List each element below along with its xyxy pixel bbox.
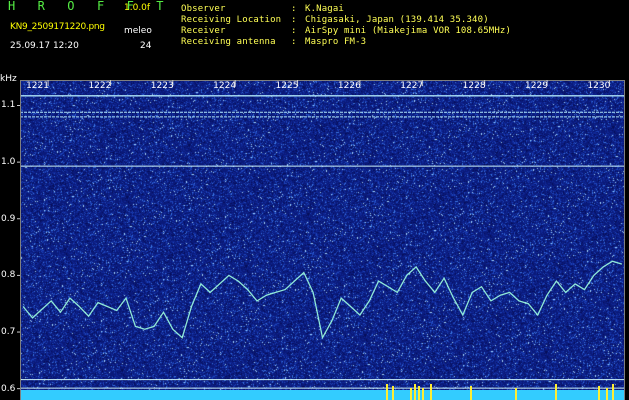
info-value: Maspro FM-3 (305, 37, 367, 47)
info-row-antenna: Receiving antenna : Maspro FM-3 (181, 37, 511, 48)
info-sep: : (291, 26, 297, 36)
x-tick-label: 1221 (26, 81, 49, 91)
info-row-location: Receiving Location : Chigasaki, Japan (1… (181, 15, 511, 26)
y-tick-label: 1.1 (1, 100, 16, 111)
meleo-label: meleo (124, 26, 152, 36)
x-tick-label: 1230 (587, 81, 611, 91)
x-tick-label: 1229 (525, 81, 548, 91)
info-row-observer: Observer : K.Nagai (181, 4, 511, 15)
info-value: K.Nagai (305, 4, 344, 14)
station-info: Observer : K.Nagai Receiving Location : … (181, 4, 511, 48)
x-tick-label: 1223 (150, 81, 174, 91)
info-key: Receiving Location (181, 15, 282, 25)
y-tick-label: 0.7 (1, 327, 16, 338)
y-tick-label: 0.6 (1, 383, 16, 394)
info-row-receiver: Receiver : AirSpy mini (Miakejima VOR 10… (181, 26, 511, 37)
y-tick-label: 1.0 (1, 157, 16, 168)
info-key: Receiving antenna (181, 37, 276, 47)
info-sep: : (291, 15, 297, 25)
file-name: KN9_2509171220.png (10, 22, 105, 32)
info-key: Observer (181, 4, 226, 14)
spectrogram-canvas (20, 80, 625, 400)
date-time: 25.09.17 12:20 (10, 41, 79, 51)
y-tick-label: 0.9 (1, 213, 16, 224)
info-value: Chigasaki, Japan (139.414 35.340) (305, 15, 489, 25)
meleo-count: 24 (140, 41, 152, 51)
y-tick-label: 0.8 (1, 270, 16, 281)
x-tick-label: 1227 (400, 81, 424, 91)
info-sep: : (291, 4, 297, 14)
x-tick-label: 1226 (337, 81, 361, 91)
x-tick-label: 1225 (275, 81, 299, 91)
info-value: AirSpy mini (Miakejima VOR 108.65MHz) (305, 26, 512, 36)
y-axis-unit-label: kHz (0, 74, 17, 84)
info-sep: : (291, 37, 297, 47)
info-key: Receiver (181, 26, 226, 36)
x-tick-label: 1222 (88, 81, 112, 91)
app-version: 1.0.0f (124, 3, 151, 13)
x-tick-label: 1224 (213, 81, 237, 91)
x-tick-label: 1228 (462, 81, 486, 91)
